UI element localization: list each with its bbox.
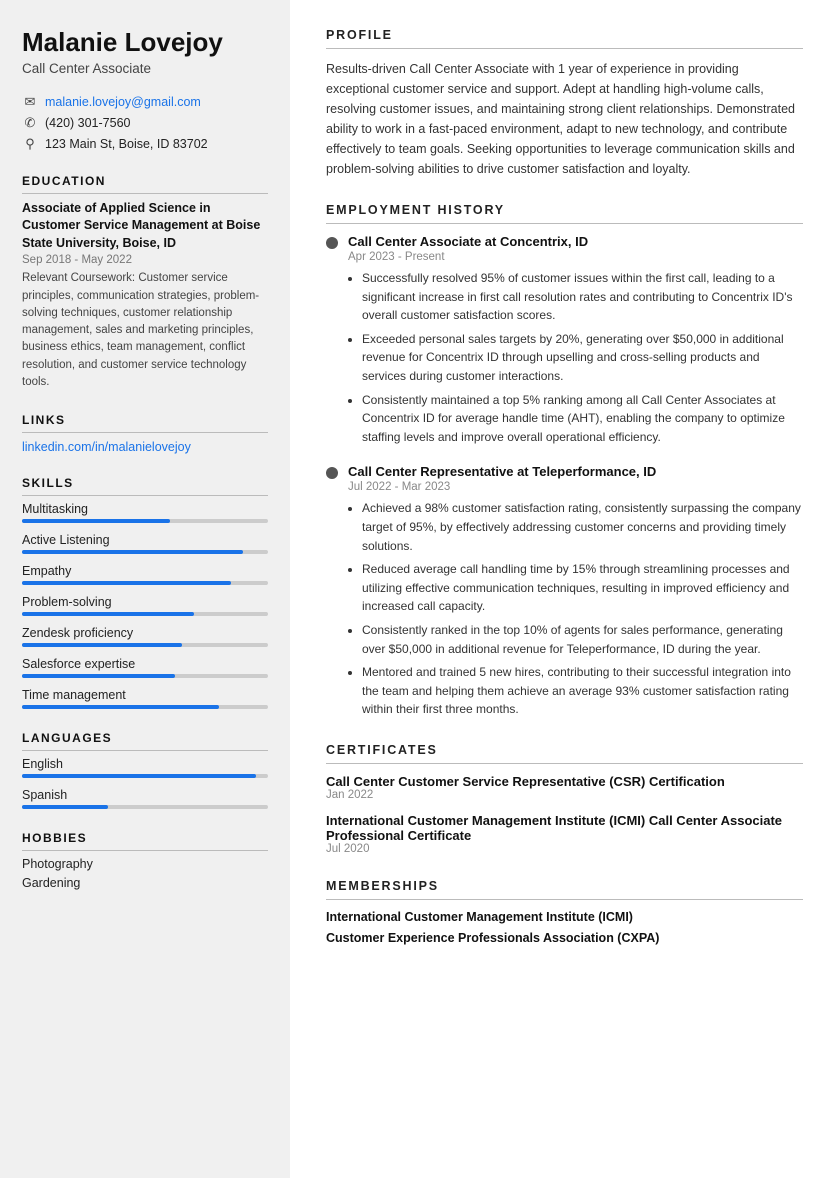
skill-bar-bg [22,550,268,554]
hobby-item: Photography [22,857,268,871]
cert-date: Jul 2020 [326,843,803,855]
skill-bar-fill [22,550,243,554]
job-bullet: Reduced average call handling time by 15… [362,560,803,616]
education-coursework: Relevant Coursework: Customer service pr… [22,270,268,391]
skill-item: Time management [22,688,268,709]
job-bullet: Successfully resolved 95% of customer is… [362,269,803,325]
memberships-section-title: MEMBERSHIPS [326,879,803,900]
job-header: Call Center Associate at Concentrix, ID [326,234,803,249]
candidate-name: Malanie Lovejoy [22,28,268,58]
candidate-title: Call Center Associate [22,61,268,76]
job-header: Call Center Representative at Teleperfor… [326,464,803,479]
skill-bar-bg [22,674,268,678]
sidebar: Malanie Lovejoy Call Center Associate ✉ … [0,0,290,1178]
languages-list: English Spanish [22,757,268,809]
language-item: Spanish [22,788,268,809]
job-bullet: Exceeded personal sales targets by 20%, … [362,330,803,386]
skill-item: Problem-solving [22,595,268,616]
skill-item: Empathy [22,564,268,585]
linkedin-link-container: linkedin.com/in/malanielovejoy [22,439,268,454]
skills-list: Multitasking Active Listening Empathy Pr… [22,502,268,709]
certs-list: Call Center Customer Service Representat… [326,774,803,855]
language-label: English [22,757,268,771]
job-entry: Call Center Associate at Concentrix, ID … [326,234,803,446]
skill-bar-fill [22,519,170,523]
education-dates: Sep 2018 - May 2022 [22,254,268,266]
cert-name: International Customer Management Instit… [326,813,803,843]
skill-bar-bg [22,581,268,585]
skill-bar-bg [22,705,268,709]
hobbies-section-title: HOBBIES [22,831,268,851]
job-bullets-list: Achieved a 98% customer satisfaction rat… [348,499,803,719]
skill-bar-bg [22,643,268,647]
skill-bar-bg [22,519,268,523]
address-contact: ⚲ 123 Main St, Boise, ID 83702 [22,136,268,152]
job-bullets-list: Successfully resolved 95% of customer is… [348,269,803,446]
cert-entry: International Customer Management Instit… [326,813,803,855]
skill-label: Multitasking [22,502,268,516]
email-contact: ✉ malanie.lovejoy@gmail.com [22,94,268,110]
education-section-title: EDUCATION [22,174,268,194]
job-bullet: Mentored and trained 5 new hires, contri… [362,663,803,719]
language-label: Spanish [22,788,268,802]
certificates-section-title: CERTIFICATES [326,743,803,764]
cert-name: Call Center Customer Service Representat… [326,774,803,789]
job-entry: Call Center Representative at Teleperfor… [326,464,803,719]
membership-item: Customer Experience Professionals Associ… [326,931,803,945]
links-section-title: LINKS [22,413,268,433]
skill-item: Salesforce expertise [22,657,268,678]
skill-label: Problem-solving [22,595,268,609]
skill-label: Time management [22,688,268,702]
profile-text: Results-driven Call Center Associate wit… [326,59,803,179]
location-icon: ⚲ [22,136,38,152]
email-link[interactable]: malanie.lovejoy@gmail.com [45,95,201,109]
profile-section-title: PROFILE [326,28,803,49]
language-bar-bg [22,774,268,778]
jobs-list: Call Center Associate at Concentrix, ID … [326,234,803,719]
employment-section-title: EMPLOYMENT HISTORY [326,203,803,224]
skill-bar-bg [22,612,268,616]
language-item: English [22,757,268,778]
skill-bar-fill [22,612,194,616]
phone-text: (420) 301-7560 [45,116,130,130]
hobbies-list: Photography Gardening [22,857,268,890]
skill-bar-fill [22,581,231,585]
phone-contact: ✆ (420) 301-7560 [22,115,268,131]
job-dates: Apr 2023 - Present [348,251,803,263]
job-dot [326,237,338,249]
hobby-item: Gardening [22,876,268,890]
education-degree: Associate of Applied Science in Customer… [22,200,268,253]
skills-section-title: SKILLS [22,476,268,496]
skill-item: Zendesk proficiency [22,626,268,647]
job-dates: Jul 2022 - Mar 2023 [348,481,803,493]
email-icon: ✉ [22,94,38,110]
skill-bar-fill [22,705,219,709]
skill-bar-fill [22,643,182,647]
cert-entry: Call Center Customer Service Representat… [326,774,803,801]
address-text: 123 Main St, Boise, ID 83702 [45,137,208,151]
membership-item: International Customer Management Instit… [326,910,803,924]
job-title: Call Center Associate at Concentrix, ID [348,234,588,249]
job-title: Call Center Representative at Teleperfor… [348,464,656,479]
job-dot [326,467,338,479]
phone-icon: ✆ [22,115,38,131]
skill-label: Active Listening [22,533,268,547]
job-bullet: Consistently maintained a top 5% ranking… [362,391,803,447]
skill-label: Empathy [22,564,268,578]
language-bar-fill [22,805,108,809]
language-bar-bg [22,805,268,809]
skill-bar-fill [22,674,175,678]
skill-item: Active Listening [22,533,268,554]
cert-date: Jan 2022 [326,789,803,801]
language-bar-fill [22,774,256,778]
job-bullet: Consistently ranked in the top 10% of ag… [362,621,803,658]
skill-label: Salesforce expertise [22,657,268,671]
skill-label: Zendesk proficiency [22,626,268,640]
job-bullet: Achieved a 98% customer satisfaction rat… [362,499,803,555]
skill-item: Multitasking [22,502,268,523]
main-content: PROFILE Results-driven Call Center Assoc… [290,0,833,1178]
memberships-list: International Customer Management Instit… [326,910,803,945]
linkedin-link[interactable]: linkedin.com/in/malanielovejoy [22,440,191,454]
languages-section-title: LANGUAGES [22,731,268,751]
